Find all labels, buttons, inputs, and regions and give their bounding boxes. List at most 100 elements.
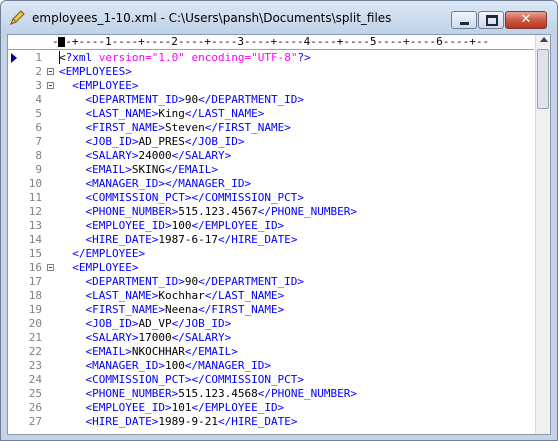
xml-tag: </PHONE_NUMBER> [257,387,358,400]
code-text: <EMPLOYEE> [59,261,138,275]
xml-text: 24000 [138,149,172,162]
line-number: 15 [28,247,42,260]
code-line[interactable]: 18 <LAST_NAME>Kochhar</LAST_NAME> [8,289,534,303]
line-number: 17 [28,275,42,288]
window-title: employees_1-10.xml - C:\Users\pansh\Docu… [32,11,392,25]
code-text: <MANAGER_ID>100</MANAGER_ID> [59,359,271,373]
code-text: <MANAGER_ID></MANAGER_ID> [59,177,252,191]
close-button[interactable]: ✕ [505,11,547,29]
xml-tag: </DEPARTMENT_ID> [198,93,305,106]
xml-tag: </EMPLOYEE_ID> [191,219,285,232]
fold-toggle-icon[interactable] [47,82,54,89]
code-line[interactable]: 27 <HIRE_DATE>1989-9-21</HIRE_DATE> [8,415,534,429]
line-number: 24 [28,373,42,386]
code-line[interactable]: 10 <MANAGER_ID></MANAGER_ID> [8,177,534,191]
xml-tag: </SALARY> [171,331,232,344]
code-line[interactable]: 25 <PHONE_NUMBER>515.123.4568</PHONE_NUM… [8,387,534,401]
xml-tag: <EMAIL> [85,163,132,176]
code-line[interactable]: 23 <MANAGER_ID>100</MANAGER_ID> [8,359,534,373]
minimize-button[interactable] [451,11,477,29]
minimize-icon [460,22,469,25]
xml-tag: <COMMISSION_PCT> [85,373,192,386]
xml-tag: </EMPLOYEE_ID> [191,401,285,414]
line-number: 20 [28,317,42,330]
code-line[interactable]: 22 <EMAIL>NKOCHHAR</EMAIL> [8,345,534,359]
code-line[interactable]: 26 <EMPLOYEE_ID>101</EMPLOYEE_ID> [8,401,534,415]
xml-text: 515.123.4568 [178,387,258,400]
xml-tag: <LAST_NAME> [85,289,159,302]
xml-tag: </COMMISSION_PCT> [191,373,305,386]
code-line[interactable]: 13 <EMPLOYEE_ID>100</EMPLOYEE_ID> [8,219,534,233]
code-text: <FIRST_NAME>Steven</FIRST_NAME> [59,121,291,135]
code-line[interactable]: 1 <?xml version="1.0" encoding="UTF-8"?> [8,51,534,65]
code-text: <COMMISSION_PCT></COMMISSION_PCT> [59,373,305,387]
editor-client: ---+----1----+----2----+----3----+----4-… [7,34,551,435]
xml-tag: <DEPARTMENT_ID> [85,93,185,106]
xml-tag: <MANAGER_ID> [85,177,165,190]
code-line[interactable]: 19 <FIRST_NAME>Neena</FIRST_NAME> [8,303,534,317]
code-line[interactable]: 16 <EMPLOYEE> [8,261,534,275]
xml-tag: </LAST_NAME> [204,289,285,302]
code-line[interactable]: 11 <COMMISSION_PCT></COMMISSION_PCT> [8,191,534,205]
xml-tag: ?> [297,51,311,64]
line-number: 21 [28,331,42,344]
xml-tag: </JOB_ID> [171,317,232,330]
code-line[interactable]: 9 <EMAIL>SKING</EMAIL> [8,163,534,177]
code-line[interactable]: 15 </EMPLOYEE> [8,247,534,261]
code-text: <LAST_NAME>Kochhar</LAST_NAME> [59,289,285,303]
code-line[interactable]: 6 <FIRST_NAME>Steven</FIRST_NAME> [8,121,534,135]
xml-attribute: encoding= [191,51,252,64]
line-number: 26 [28,401,42,414]
xml-tag: </SALARY> [171,149,232,162]
code-line[interactable]: 21 <SALARY>17000</SALARY> [8,331,534,345]
code-line[interactable]: 3 <EMPLOYEE> [8,79,534,93]
code-line[interactable]: 4 <DEPARTMENT_ID>90</DEPARTMENT_ID> [8,93,534,107]
xml-text: Neena [164,303,199,316]
xml-text: NKOCHHAR [131,345,185,358]
xml-tag: </PHONE_NUMBER> [257,205,358,218]
xml-tag: <EMAIL> [85,345,132,358]
xml-tag: </COMMISSION_PCT> [191,191,305,204]
line-number: 4 [35,93,42,106]
line-number: 16 [28,261,42,274]
xml-text: AD_PRES [138,135,185,148]
code-line[interactable]: 7 <JOB_ID>AD_PRES</JOB_ID> [8,135,534,149]
code-text: <JOB_ID>AD_VP</JOB_ID> [59,317,232,331]
title-bar[interactable]: employees_1-10.xml - C:\Users\pansh\Docu… [1,1,557,34]
code-line[interactable]: 2 <EMPLOYEES> [8,65,534,79]
ruler-text: ---+----1----+----2----+----3----+----4-… [52,35,490,48]
fold-toggle-icon[interactable] [47,68,54,75]
code-line[interactable]: 20 <JOB_ID>AD_VP</JOB_ID> [8,317,534,331]
vertical-scrollbar[interactable] [535,35,550,434]
code-line[interactable]: 8 <SALARY>24000</SALARY> [8,149,534,163]
code-text: <SALARY>24000</SALARY> [59,149,232,163]
code-line[interactable]: 5 <LAST_NAME>King</LAST_NAME> [8,107,534,121]
scroll-up-arrow-icon[interactable] [540,37,548,42]
xml-tag: <DEPARTMENT_ID> [85,275,185,288]
code-text: <EMAIL>SKING</EMAIL> [59,163,218,177]
column-ruler: ---+----1----+----2----+----3----+----4-… [8,35,534,50]
code-line[interactable]: 24 <COMMISSION_PCT></COMMISSION_PCT> [8,373,534,387]
code-line[interactable]: 17 <DEPARTMENT_ID>90</DEPARTMENT_ID> [8,275,534,289]
line-number: 2 [35,65,42,78]
code-line[interactable]: 12 <PHONE_NUMBER>515.123.4567</PHONE_NUM… [8,205,534,219]
xml-tag: <EMPLOYEE_ID> [85,401,172,414]
xml-tag: <HIRE_DATE> [85,415,159,428]
code-text: <EMPLOYEES> [59,65,132,79]
code-line[interactable]: 14 <HIRE_DATE>1987-6-17</HIRE_DATE> [8,233,534,247]
maximize-icon [486,15,498,26]
line-number: 19 [28,303,42,316]
code-text: <JOB_ID>AD_PRES</JOB_ID> [59,135,245,149]
code-text: <PHONE_NUMBER>515.123.4568</PHONE_NUMBER… [59,387,358,401]
code-area[interactable]: 1 <?xml version="1.0" encoding="UTF-8"?> 2… [8,51,534,429]
code-text: <?xml version="1.0" encoding="UTF-8"?> [59,51,311,65]
xml-tag: </MANAGER_ID> [184,359,271,372]
close-icon: ✕ [520,12,532,27]
maximize-button[interactable] [478,11,504,29]
xml-tag: <COMMISSION_PCT> [85,191,192,204]
line-number: 13 [28,219,42,232]
xml-tag: </MANAGER_ID> [164,177,252,190]
fold-toggle-icon[interactable] [47,264,54,271]
code-text: <LAST_NAME>King</LAST_NAME> [59,107,265,121]
scroll-thumb[interactable] [537,49,549,109]
